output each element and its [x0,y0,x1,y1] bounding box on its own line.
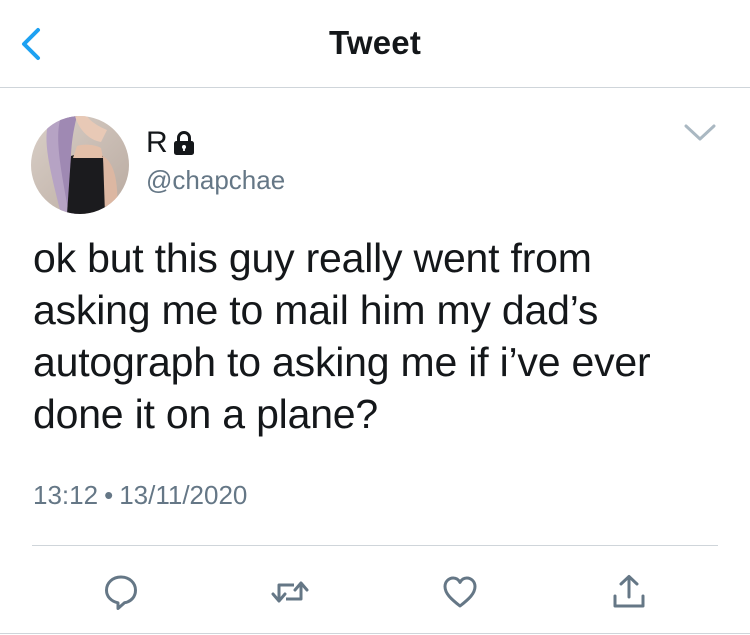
profile-photo [31,116,129,214]
chevron-down-icon [684,124,716,141]
heart-icon [443,576,477,608]
user-handle[interactable]: @chapchae [146,165,285,196]
retweet-button[interactable] [270,572,310,612]
avatar[interactable] [31,116,129,214]
share-button[interactable] [609,572,649,612]
share-icon [613,575,645,608]
page-title: Tweet [328,24,422,61]
like-button[interactable] [440,572,480,612]
bottom-divider [0,633,750,634]
tweet-time: 13:12 [33,480,99,510]
display-name[interactable]: R [146,126,197,160]
tweet-text: ok but this guy really went from asking … [33,235,651,437]
retweet-icon [271,581,309,603]
divider [32,545,718,546]
display-name-text: R [146,126,168,159]
top-bar: Tweet [0,0,750,88]
tweet-date: 13/11/2020 [119,480,248,510]
comment-icon [105,575,137,610]
reply-button[interactable] [101,572,141,612]
tweet-timestamp: 13:12 • 13/11/2020 [33,480,247,511]
meta-separator: • [104,480,114,510]
tweet-options-button[interactable] [680,118,720,148]
lock-icon [173,131,194,155]
